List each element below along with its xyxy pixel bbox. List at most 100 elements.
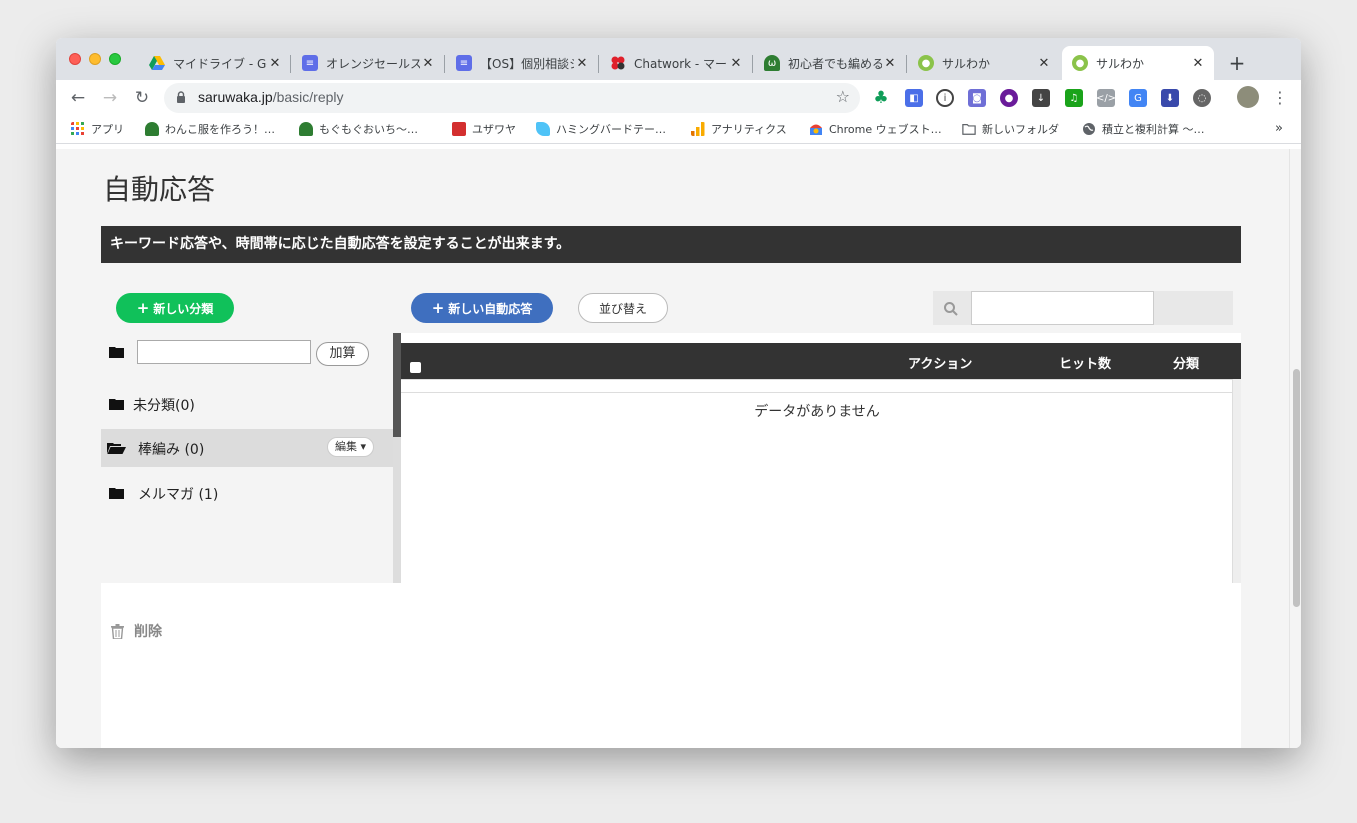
delete-label: 削除 <box>134 624 162 640</box>
search-bar <box>933 291 1233 325</box>
bookmark-hummingbird[interactable]: ハミングバードテー… <box>536 121 666 137</box>
download-extension-icon[interactable]: ↓ <box>1032 89 1050 107</box>
bookmark-chrome-webstore[interactable]: Chrome ウェブスト… <box>809 121 942 137</box>
tab-chatwork[interactable]: Chatwork - マー ✕ <box>600 46 752 80</box>
divider <box>401 392 1233 393</box>
bookmarks-overflow-button[interactable]: » <box>1275 121 1283 136</box>
sort-button[interactable]: 並び替え <box>578 293 668 323</box>
more-menu-icon[interactable]: ⋮ <box>1272 88 1288 107</box>
back-arrow-icon[interactable]: ← <box>66 86 90 110</box>
reload-icon[interactable]: ↻ <box>130 86 154 110</box>
browser-window: マイドライブ - Google ✕ ≡ オレンジセールスブ ✕ ≡ 【OS】個別… <box>56 38 1301 748</box>
tab-close-icon[interactable]: ✕ <box>882 56 898 71</box>
tab-os-consultation[interactable]: ≡ 【OS】個別相談シ ✕ <box>446 46 598 80</box>
tab-knitting-beginner[interactable]: ω 初心者でも編める ✕ <box>754 46 906 80</box>
sidebar-item-label: 棒編み (0) <box>138 442 205 458</box>
browser-toolbar: ← → ↻ saruwaka.jp/basic/reply ☆ ♣ ◧ i ◙ … <box>56 80 1301 116</box>
sidebar-item-mailmagazine[interactable]: メルマガ (1) <box>101 474 393 512</box>
add-category-button[interactable]: 加算 <box>316 342 369 366</box>
url-path: /basic/reply <box>272 89 344 105</box>
bookmark-mogumogu[interactable]: もぐもぐおいち〜… <box>299 121 418 137</box>
address-bar[interactable]: saruwaka.jp/basic/reply ☆ <box>164 83 860 113</box>
sidebar-item-label: 未分類(0) <box>133 398 195 414</box>
page-scroll-thumb[interactable] <box>1293 369 1300 607</box>
tab-close-icon[interactable]: ✕ <box>574 56 590 71</box>
page-scrollbar[interactable] <box>1289 149 1301 748</box>
line-extension-icon[interactable]: ◌ <box>1193 89 1211 107</box>
tab-separator <box>906 55 907 73</box>
bookmark-apps[interactable]: アプリ <box>71 121 124 137</box>
url-host: saruwaka.jp <box>198 89 273 105</box>
tab-close-icon[interactable]: ✕ <box>1036 56 1052 71</box>
bookmark-label: ユザワヤ <box>472 123 516 136</box>
minimize-window-button[interactable] <box>89 53 101 65</box>
zoom-window-button[interactable] <box>109 53 121 65</box>
google-docs-icon: ≡ <box>456 55 472 71</box>
bookmarks-bar: アプリ わんこ服を作ろう！… もぐもぐおいち〜… ユザワヤ ハミングバードテー…… <box>56 116 1301 144</box>
code-extension-icon[interactable]: </> <box>1096 89 1116 107</box>
sidebar-item-label: メルマガ (1) <box>138 487 219 503</box>
new-tab-button[interactable]: + <box>1226 51 1248 75</box>
forward-arrow-icon[interactable]: → <box>98 86 122 110</box>
edit-category-button[interactable]: 編集 ▾ <box>327 437 374 457</box>
bottom-panel: 削除 <box>101 583 1241 748</box>
bookmark-yuzawaya[interactable]: ユザワヤ <box>452 121 516 137</box>
column-header-hits[interactable]: ヒット数 <box>1059 353 1111 372</box>
tab-orange-sales[interactable]: ≡ オレンジセールスブ ✕ <box>292 46 444 80</box>
clover-extension-icon[interactable]: ♣ <box>872 88 890 108</box>
new-auto-reply-button[interactable]: + 新しい自動応答 <box>411 293 553 323</box>
tab-close-icon[interactable]: ✕ <box>1190 56 1206 71</box>
empty-message: データがありません <box>754 404 880 420</box>
onepassword-extension-icon[interactable]: i <box>936 89 954 107</box>
tab-separator <box>752 55 753 73</box>
tab-title: オレンジセールスブ <box>326 56 420 71</box>
bookmark-wanko[interactable]: わんこ服を作ろう！… <box>145 121 275 137</box>
tab-separator <box>444 55 445 73</box>
folder-icon <box>962 124 976 135</box>
tab-close-icon[interactable]: ✕ <box>728 56 744 71</box>
search-input[interactable] <box>971 291 1154 325</box>
category-name-input[interactable] <box>137 340 311 364</box>
mascot-icon: ω <box>764 55 780 71</box>
bookmark-label: もぐもぐおいち〜… <box>319 123 418 136</box>
lock-icon <box>177 91 185 103</box>
bookmark-label: アプリ <box>91 123 124 136</box>
tab-saruwaka-active[interactable]: ● サルわか ✕ <box>1062 46 1214 80</box>
sidebar-item-uncategorized[interactable]: 未分類(0) <box>101 385 393 423</box>
tab-close-icon[interactable]: ✕ <box>420 56 436 71</box>
bookmark-star-icon[interactable]: ☆ <box>836 87 850 106</box>
sidebar-scrollbar[interactable] <box>393 333 401 583</box>
camera-extension-icon[interactable]: ◙ <box>968 89 986 107</box>
category-sidebar: 加算 未分類(0) 棒編み (0) 編集 ▾ メルマガ (1) <box>101 333 393 583</box>
download-arrow-extension-icon[interactable]: ⬇ <box>1161 89 1179 107</box>
column-header-action[interactable]: アクション <box>908 353 972 372</box>
folder-icon <box>109 399 124 410</box>
bookmark-analytics[interactable]: アナリティクス <box>691 121 787 137</box>
folder-open-icon <box>107 443 126 454</box>
tab-title: Chatwork - マー <box>634 56 728 71</box>
column-header-category[interactable]: 分類 <box>1173 353 1199 372</box>
circle-extension-icon[interactable]: ● <box>1000 89 1018 107</box>
translate-extension-icon[interactable]: G <box>1129 89 1147 107</box>
plus-icon: + <box>431 299 445 317</box>
close-window-button[interactable] <box>69 53 81 65</box>
delete-button[interactable]: 削除 <box>111 621 162 641</box>
tab-close-icon[interactable]: ✕ <box>267 56 283 71</box>
bookmark-new-folder[interactable]: 新しいフォルダ <box>962 121 1059 137</box>
sidebar-item-knitting[interactable]: 棒編み (0) 編集 ▾ <box>101 429 393 467</box>
mascot-icon <box>299 122 313 136</box>
new-category-label: 新しい分類 <box>153 301 214 316</box>
table-header: アクション ヒット数 分類 <box>401 343 1241 379</box>
chrome-webstore-icon <box>810 124 822 135</box>
headphone-extension-icon[interactable]: ♫ <box>1065 89 1083 107</box>
avatar[interactable] <box>1237 86 1259 108</box>
tab-saruwaka-1[interactable]: ● サルわか ✕ <box>908 46 1060 80</box>
sidebar-scroll-thumb[interactable] <box>393 333 401 437</box>
tag-extension-icon[interactable]: ◧ <box>905 89 923 107</box>
new-category-button[interactable]: + 新しい分類 <box>116 293 234 323</box>
bookmark-label: 新しいフォルダ <box>982 123 1059 136</box>
bookmark-compound-interest[interactable]: 積立と複利計算 〜… <box>1082 121 1205 137</box>
plus-icon: + <box>136 299 150 317</box>
select-all-checkbox[interactable] <box>410 362 421 373</box>
tab-google-drive[interactable]: マイドライブ - Google ✕ <box>139 46 291 80</box>
